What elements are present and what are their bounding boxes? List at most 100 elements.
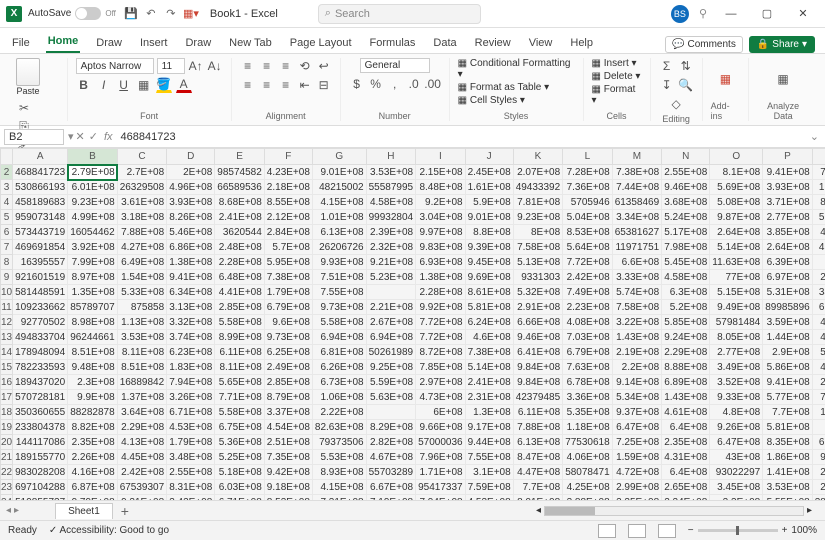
cell-G11[interactable]: 9.73E+08 <box>312 300 366 315</box>
cell-H3[interactable]: 55587995 <box>366 180 416 195</box>
cell-G24[interactable]: 7.31E+08 <box>312 495 366 501</box>
col-header-A[interactable]: A <box>13 149 68 165</box>
cell-O20[interactable]: 6.47E+08 <box>710 435 763 450</box>
name-box[interactable]: B2 <box>4 129 64 145</box>
cell-P3[interactable]: 3.93E+08 <box>763 180 813 195</box>
cell-K15[interactable]: 9.84E+08 <box>513 360 563 375</box>
cell-O17[interactable]: 9.33E+08 <box>710 390 763 405</box>
indent-dec-icon[interactable]: ⇤ <box>297 77 313 93</box>
cell-O19[interactable]: 9.26E+08 <box>710 420 763 435</box>
row-header-14[interactable]: 14 <box>1 345 13 360</box>
cell-D18[interactable]: 6.71E+08 <box>167 405 215 420</box>
cell-D4[interactable]: 3.93E+08 <box>167 195 215 210</box>
fill-color-icon[interactable]: 🪣 <box>156 77 172 93</box>
clear-icon[interactable]: ◇ <box>668 96 684 112</box>
cell-P20[interactable]: 8.35E+08 <box>763 435 813 450</box>
cell-M22[interactable]: 4.72E+08 <box>612 465 662 480</box>
col-header-O[interactable]: O <box>710 149 763 165</box>
cell-C16[interactable]: 16889842 <box>117 375 167 390</box>
row-header-3[interactable]: 3 <box>1 180 13 195</box>
cell-Q23[interactable]: 2.37E+08 <box>812 480 825 495</box>
cell-styles-button[interactable]: ▦ Cell Styles ▾ <box>458 95 525 106</box>
zoom-slider[interactable] <box>698 529 778 532</box>
cell-M9[interactable]: 3.33E+08 <box>612 270 662 285</box>
cell-P15[interactable]: 5.86E+08 <box>763 360 813 375</box>
cell-B12[interactable]: 8.98E+08 <box>68 315 118 330</box>
cell-E23[interactable]: 6.03E+08 <box>215 480 265 495</box>
cell-L14[interactable]: 6.79E+08 <box>563 345 613 360</box>
cell-L19[interactable]: 1.18E+08 <box>563 420 613 435</box>
cell-K11[interactable]: 2.91E+08 <box>513 300 563 315</box>
cell-E6[interactable]: 3620544 <box>215 225 265 240</box>
cell-C9[interactable]: 1.54E+08 <box>117 270 167 285</box>
cell-M17[interactable]: 5.34E+08 <box>612 390 662 405</box>
cell-L24[interactable]: 3.88E+08 <box>563 495 613 501</box>
cell-J21[interactable]: 7.55E+08 <box>465 450 513 465</box>
cell-B19[interactable]: 8.82E+08 <box>68 420 118 435</box>
cell-E9[interactable]: 6.48E+08 <box>215 270 265 285</box>
cell-C22[interactable]: 2.42E+08 <box>117 465 167 480</box>
cell-K14[interactable]: 6.41E+08 <box>513 345 563 360</box>
cell-B2[interactable]: 2.79E+08 <box>68 165 118 180</box>
cell-E16[interactable]: 5.65E+08 <box>215 375 265 390</box>
cell-J13[interactable]: 4.6E+08 <box>465 330 513 345</box>
cell-Q6[interactable]: 4.26E+08 <box>812 225 825 240</box>
cell-H23[interactable]: 6.67E+08 <box>366 480 416 495</box>
cell-B16[interactable]: 2.3E+08 <box>68 375 118 390</box>
cell-M13[interactable]: 1.43E+08 <box>612 330 662 345</box>
cell-J11[interactable]: 5.81E+08 <box>465 300 513 315</box>
cell-I20[interactable]: 57000036 <box>416 435 466 450</box>
cell-B5[interactable]: 4.99E+08 <box>68 210 118 225</box>
cell-I15[interactable]: 7.85E+08 <box>416 360 466 375</box>
cell-G20[interactable]: 79373506 <box>312 435 366 450</box>
row-header-6[interactable]: 6 <box>1 225 13 240</box>
cell-E19[interactable]: 6.75E+08 <box>215 420 265 435</box>
cell-G19[interactable]: 82.63E+08 <box>312 420 366 435</box>
cell-Q4[interactable]: 8.37E+08 <box>812 195 825 210</box>
cell-K6[interactable]: 8E+08 <box>513 225 563 240</box>
cell-O16[interactable]: 3.52E+08 <box>710 375 763 390</box>
cell-F15[interactable]: 2.49E+08 <box>264 360 312 375</box>
cell-M20[interactable]: 7.25E+08 <box>612 435 662 450</box>
cell-C20[interactable]: 4.13E+08 <box>117 435 167 450</box>
cell-P6[interactable]: 3.85E+08 <box>763 225 813 240</box>
cell-D9[interactable]: 9.41E+08 <box>167 270 215 285</box>
cell-H8[interactable]: 9.21E+08 <box>366 255 416 270</box>
view-normal-icon[interactable] <box>598 524 616 538</box>
cell-L5[interactable]: 5.04E+08 <box>563 210 613 225</box>
col-header-Q[interactable]: Q <box>812 149 825 165</box>
italic-icon[interactable]: I <box>96 77 112 93</box>
col-header-I[interactable]: I <box>416 149 466 165</box>
coming-soon-icon[interactable]: ⚲ <box>699 7 707 20</box>
analyze-data-icon[interactable]: ▦ <box>769 63 797 95</box>
cell-B18[interactable]: 88282878 <box>68 405 118 420</box>
cell-B17[interactable]: 9.9E+08 <box>68 390 118 405</box>
cell-K5[interactable]: 9.23E+08 <box>513 210 563 225</box>
cell-H17[interactable]: 5.63E+08 <box>366 390 416 405</box>
cut-icon[interactable]: ✂ <box>16 100 32 116</box>
cell-D8[interactable]: 1.38E+08 <box>167 255 215 270</box>
align-right-icon[interactable]: ≡ <box>278 77 294 93</box>
cell-N8[interactable]: 5.45E+08 <box>662 255 710 270</box>
cell-I8[interactable]: 6.93E+08 <box>416 255 466 270</box>
cell-J9[interactable]: 9.69E+08 <box>465 270 513 285</box>
cell-F6[interactable]: 2.84E+08 <box>264 225 312 240</box>
cell-N14[interactable]: 2.29E+08 <box>662 345 710 360</box>
cell-B9[interactable]: 8.97E+08 <box>68 270 118 285</box>
cell-D14[interactable]: 6.23E+08 <box>167 345 215 360</box>
cell-Q15[interactable]: 4.36E+08 <box>812 360 825 375</box>
cell-E10[interactable]: 4.41E+08 <box>215 285 265 300</box>
font-color-icon[interactable]: A <box>176 77 192 93</box>
cell-C15[interactable]: 8.51E+08 <box>117 360 167 375</box>
percent-icon[interactable]: % <box>368 76 384 92</box>
zoom-out-icon[interactable]: − <box>688 525 694 536</box>
cell-N23[interactable]: 2.65E+08 <box>662 480 710 495</box>
cell-P16[interactable]: 9.41E+08 <box>763 375 813 390</box>
cell-G9[interactable]: 7.51E+08 <box>312 270 366 285</box>
cell-C8[interactable]: 6.49E+08 <box>117 255 167 270</box>
cell-E7[interactable]: 2.48E+08 <box>215 240 265 255</box>
cell-Q8[interactable]: 3.4E+08 <box>812 255 825 270</box>
cell-K18[interactable]: 6.11E+08 <box>513 405 563 420</box>
cell-C12[interactable]: 1.13E+08 <box>117 315 167 330</box>
cell-M4[interactable]: 61358469 <box>612 195 662 210</box>
